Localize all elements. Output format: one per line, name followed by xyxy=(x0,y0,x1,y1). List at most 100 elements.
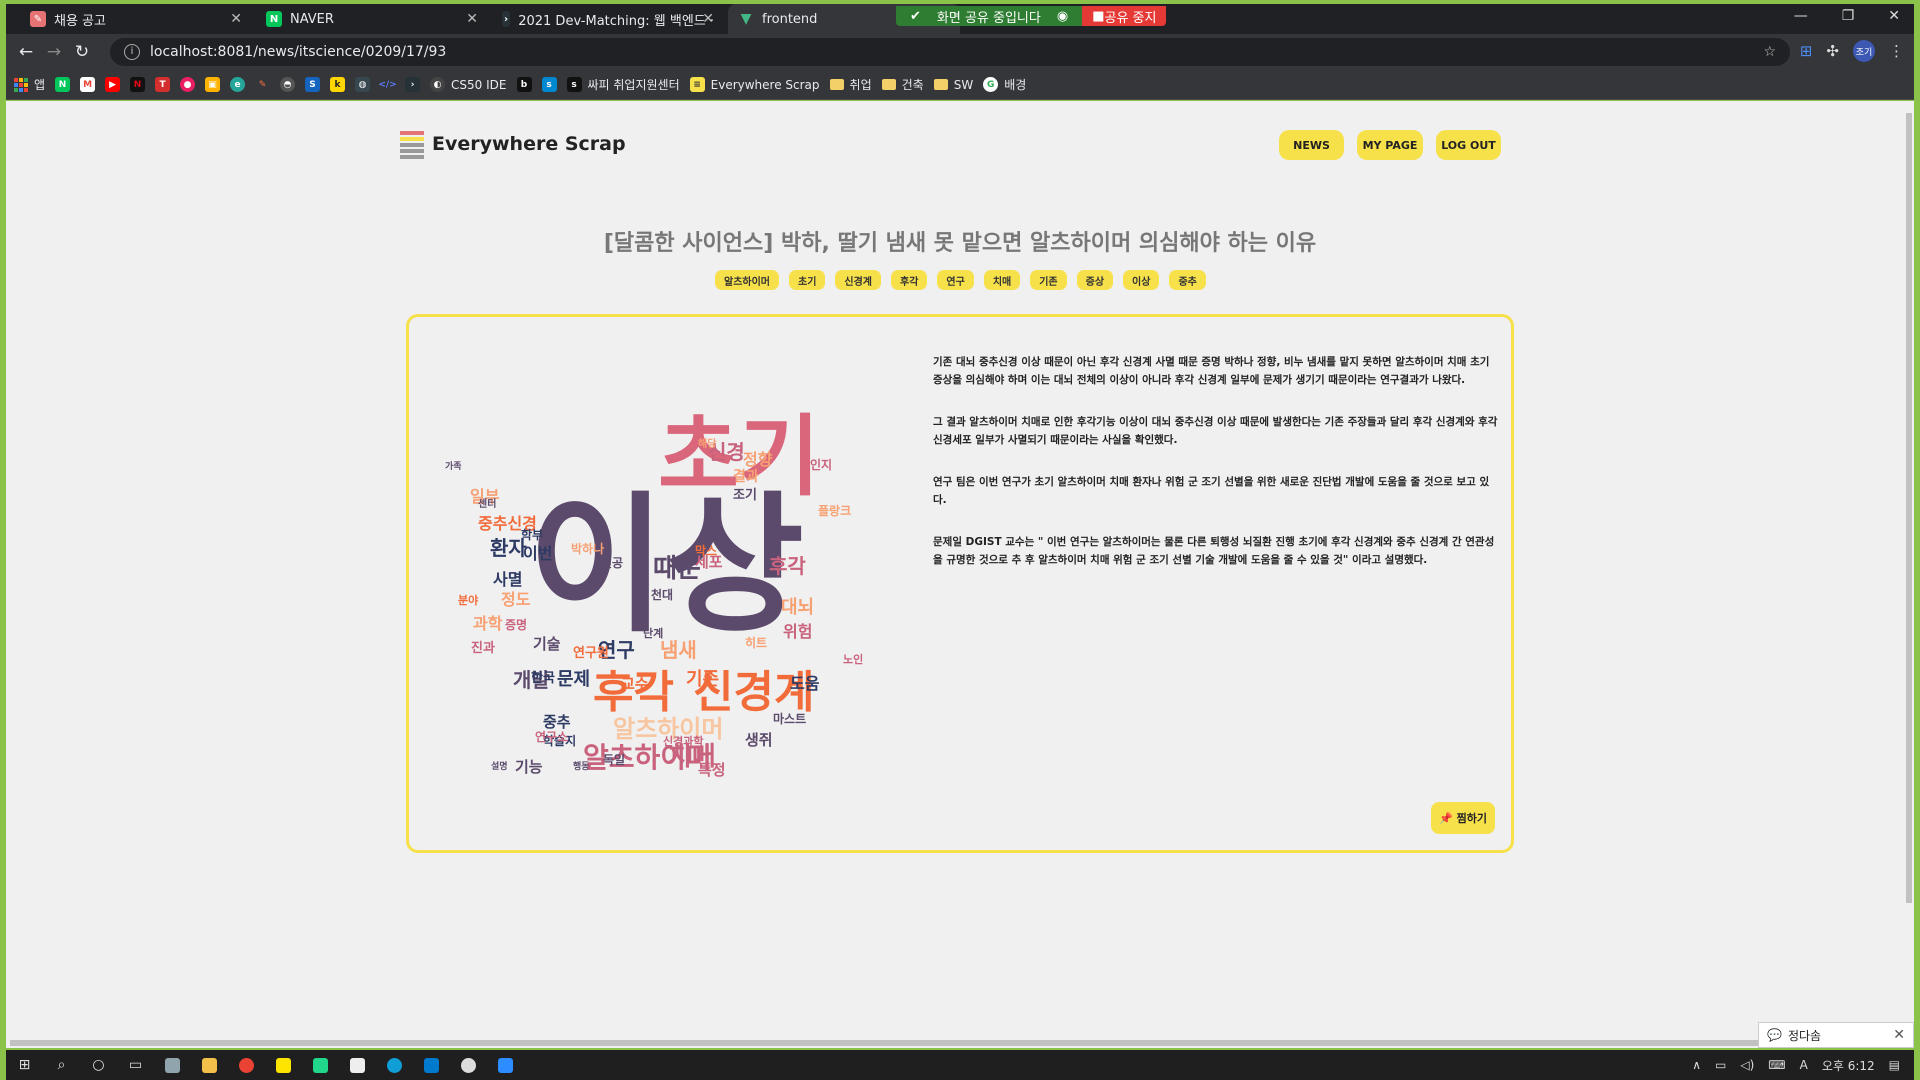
tag[interactable]: 증상 xyxy=(1076,270,1114,290)
bookmark-youtube[interactable]: ▶ xyxy=(105,77,121,92)
bookmark-pen[interactable]: ✎ xyxy=(255,77,270,92)
horizontal-scrollbar[interactable] xyxy=(6,1038,1914,1048)
translate-icon[interactable]: ⊞ xyxy=(1800,42,1813,60)
ssafy-icon: s xyxy=(566,77,582,92)
bookmark-cs50[interactable]: ◐ CS50 IDE xyxy=(430,77,507,92)
tag[interactable]: 치매 xyxy=(983,270,1021,290)
tag[interactable]: 후각 xyxy=(891,270,928,290)
bookmark-bg[interactable]: G 배경 xyxy=(983,76,1026,93)
site-info-icon[interactable]: i xyxy=(124,44,140,60)
bookmark-naver[interactable]: N xyxy=(55,77,71,92)
news-logo-icon: ≡ xyxy=(689,77,705,92)
bookmark-b1[interactable]: b xyxy=(516,77,532,92)
bookmark-t[interactable]: T xyxy=(155,77,171,92)
task-view-icon[interactable]: ▭ xyxy=(117,1057,154,1073)
bookmark-ball[interactable]: ● xyxy=(180,77,196,92)
bookmark-gmail[interactable]: M xyxy=(80,77,96,92)
restore-icon[interactable]: ❐ xyxy=(1842,8,1855,24)
menu-dots-icon[interactable]: ⋮ xyxy=(1889,42,1904,60)
tag[interactable]: 초기 xyxy=(789,270,826,290)
puzzle-icon[interactable]: ✣ xyxy=(1826,42,1839,60)
bookmark-b2[interactable]: s xyxy=(541,77,557,92)
tag[interactable]: 이상 xyxy=(1123,270,1160,290)
word-cloud-word: 막스 xyxy=(695,544,717,558)
tag[interactable]: 기존 xyxy=(1030,270,1067,290)
star-icon[interactable]: ☆ xyxy=(1763,44,1776,60)
close-icon[interactable]: ✕ xyxy=(466,11,478,27)
clock[interactable]: 오후 6:12 xyxy=(1822,1057,1875,1074)
tag[interactable]: 신경계 xyxy=(835,270,882,290)
bookmark-folder-3[interactable]: SW xyxy=(933,78,973,92)
vertical-scrollbar[interactable] xyxy=(1904,101,1914,1038)
address-bar[interactable]: i localhost:8081/news/itscience/0209/17/… xyxy=(110,38,1790,66)
word-cloud-word: 후각 xyxy=(769,554,806,578)
scrap-button[interactable]: 📌 찜하기 xyxy=(1431,802,1495,834)
app-icon[interactable] xyxy=(154,1057,191,1073)
file-explorer-icon[interactable] xyxy=(191,1057,228,1073)
bookmark-everywhere[interactable]: ≡ Everywhere Scrap xyxy=(689,77,820,92)
zoom-icon[interactable] xyxy=(487,1057,524,1073)
log-out-button[interactable]: LOG OUT xyxy=(1436,130,1501,160)
tag[interactable]: 연구 xyxy=(937,270,974,290)
ime-indicator[interactable]: A xyxy=(1800,1058,1808,1072)
vscode-icon[interactable] xyxy=(413,1057,450,1073)
word-cloud-word: 가족 xyxy=(445,460,462,472)
word-cloud-word: 이번 xyxy=(523,544,552,563)
tag[interactable]: 알츠하이머 xyxy=(715,270,779,290)
chrome-icon[interactable] xyxy=(228,1057,265,1073)
forward-icon[interactable]: → xyxy=(40,42,68,62)
bookmark-k[interactable]: k xyxy=(330,77,346,92)
notification-icon[interactable]: ▤ xyxy=(1889,1058,1900,1072)
tab-label: 2021 Dev-Matching: 웹 백엔드 · xyxy=(518,13,714,29)
word-cloud-word: 도움 xyxy=(790,674,820,693)
my-page-button[interactable]: MY PAGE xyxy=(1357,130,1423,160)
chat-notification[interactable]: 💬 정다솜 ✕ xyxy=(1758,1022,1914,1048)
gmail-icon: M xyxy=(80,77,96,92)
tab-2[interactable]: N NAVER ✕ xyxy=(256,4,488,34)
keyboard-icon[interactable]: ⌨ xyxy=(1768,1058,1785,1072)
site-logo[interactable]: Everywhere Scrap xyxy=(398,129,626,159)
word-cloud-word: 마스트 xyxy=(773,711,806,726)
bookmark-photo[interactable]: ▣ xyxy=(205,77,221,92)
avatar[interactable]: 조기 xyxy=(1853,40,1875,62)
tag[interactable]: 중추 xyxy=(1169,270,1206,290)
word-cloud-word: 해당 xyxy=(698,437,717,450)
windows-taskbar: ⊞ ⌕ ○ ▭ ∧ ▭ ◁) ⌨ A 오후 6:12 ▤ xyxy=(6,1050,1914,1080)
close-window-icon[interactable]: ✕ xyxy=(1888,8,1900,24)
close-icon[interactable]: ✕ xyxy=(230,11,242,27)
word-cloud-word: 문제 xyxy=(557,669,590,690)
bookmark-ssafy[interactable]: s 싸피 취업지원센터 xyxy=(566,76,680,93)
naver-icon: N xyxy=(266,11,282,27)
kakaotalk-icon[interactable] xyxy=(265,1057,302,1073)
chevron-up-icon[interactable]: ∧ xyxy=(1692,1058,1701,1072)
bookmark-code[interactable]: </> xyxy=(378,77,396,92)
word-cloud-word: 중추 xyxy=(543,713,571,731)
bookmark-apps[interactable]: 앱 xyxy=(14,76,45,93)
bookmark-s[interactable]: S xyxy=(305,77,321,92)
bookmark-edge[interactable]: e xyxy=(230,77,246,92)
edge-icon[interactable] xyxy=(376,1057,413,1073)
back-icon[interactable]: ← xyxy=(12,42,40,62)
cortana-icon[interactable]: ○ xyxy=(80,1057,117,1073)
bookmark-folder-2[interactable]: 건축 xyxy=(881,76,924,93)
close-icon[interactable]: ✕ xyxy=(1893,1027,1905,1043)
tab-1[interactable]: ✎ 채용 공고 ✕ xyxy=(20,4,252,34)
stop-share-button[interactable]: ■ 공유 중지 xyxy=(1082,6,1167,26)
volume-icon[interactable]: ◁) xyxy=(1740,1058,1754,1072)
bookmark-github[interactable]: ◓ xyxy=(280,77,296,92)
search-icon[interactable]: ⌕ xyxy=(43,1057,80,1073)
reload-icon[interactable]: ↻ xyxy=(68,42,96,62)
news-button[interactable]: NEWS xyxy=(1279,130,1344,160)
pycharm-icon[interactable] xyxy=(302,1057,339,1073)
bookmark-netflix[interactable]: N xyxy=(130,77,146,92)
close-icon[interactable]: ✕ xyxy=(702,11,714,27)
bookmark-folder-1[interactable]: 취업 xyxy=(829,76,872,93)
bookmark-prog[interactable]: › xyxy=(405,77,421,92)
bookmark-robot[interactable]: ◍ xyxy=(355,77,371,92)
tab-3[interactable]: › 2021 Dev-Matching: 웹 백엔드 · ✕ xyxy=(492,4,724,34)
network-icon[interactable]: ▭ xyxy=(1715,1058,1726,1072)
windows-start-icon[interactable]: ⊞ xyxy=(6,1057,43,1073)
github-desktop-icon[interactable] xyxy=(450,1057,487,1073)
minimize-icon[interactable]: — xyxy=(1794,8,1808,24)
notes-icon[interactable] xyxy=(339,1057,376,1073)
